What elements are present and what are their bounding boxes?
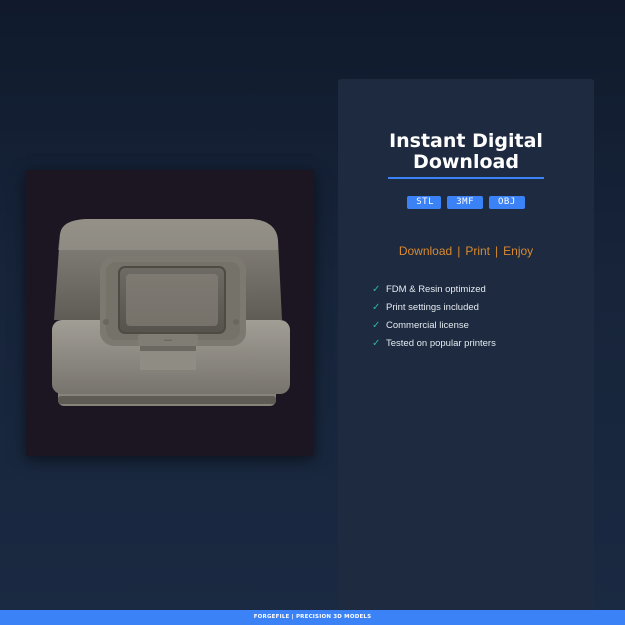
- product-info-panel: Instant Digital Download STL 3MF OBJ Dow…: [338, 79, 594, 610]
- tagline: Download | Print | Enjoy: [338, 244, 594, 258]
- title-line-2: Download: [413, 151, 519, 173]
- check-icon: ✓: [372, 319, 381, 331]
- feature-label: Tested on popular printers: [386, 337, 496, 349]
- check-icon: ✓: [372, 283, 381, 295]
- footer-bar: FORGEFILE | PRECISION 3D MODELS: [0, 610, 625, 625]
- format-badges: STL 3MF OBJ: [338, 196, 594, 209]
- tagline-print: Print: [465, 244, 491, 258]
- check-icon: ✓: [372, 301, 381, 313]
- format-badge-stl: STL: [407, 196, 442, 209]
- title-line-1: Instant Digital: [389, 130, 543, 152]
- feature-label: FDM & Resin optimized: [386, 283, 486, 295]
- tagline-separator: |: [457, 244, 461, 258]
- feature-item: ✓ Tested on popular printers: [372, 334, 496, 352]
- tagline-separator: |: [495, 244, 499, 258]
- title-underline: [388, 177, 544, 179]
- feature-list: ✓ FDM & Resin optimized ✓ Print settings…: [372, 280, 496, 352]
- product-render-image: ꟷꟷ: [26, 170, 314, 456]
- tagline-download: Download: [398, 244, 453, 258]
- feature-label: Commercial license: [386, 319, 469, 331]
- model-3d-render: ꟷꟷ: [52, 219, 290, 406]
- feature-label: Print settings included: [386, 301, 479, 313]
- page-title: Instant Digital Download: [338, 131, 594, 173]
- format-badge-3mf: 3MF: [447, 196, 483, 209]
- footer-text: FORGEFILE | PRECISION 3D MODELS: [253, 614, 372, 620]
- feature-item: ✓ Commercial license: [372, 316, 496, 334]
- check-icon: ✓: [372, 337, 381, 349]
- format-badge-obj: OBJ: [489, 196, 525, 209]
- svg-text:ꟷꟷ: ꟷꟷ: [164, 338, 172, 344]
- feature-item: ✓ FDM & Resin optimized: [372, 280, 496, 298]
- feature-item: ✓ Print settings included: [372, 298, 496, 316]
- tagline-enjoy: Enjoy: [503, 244, 534, 258]
